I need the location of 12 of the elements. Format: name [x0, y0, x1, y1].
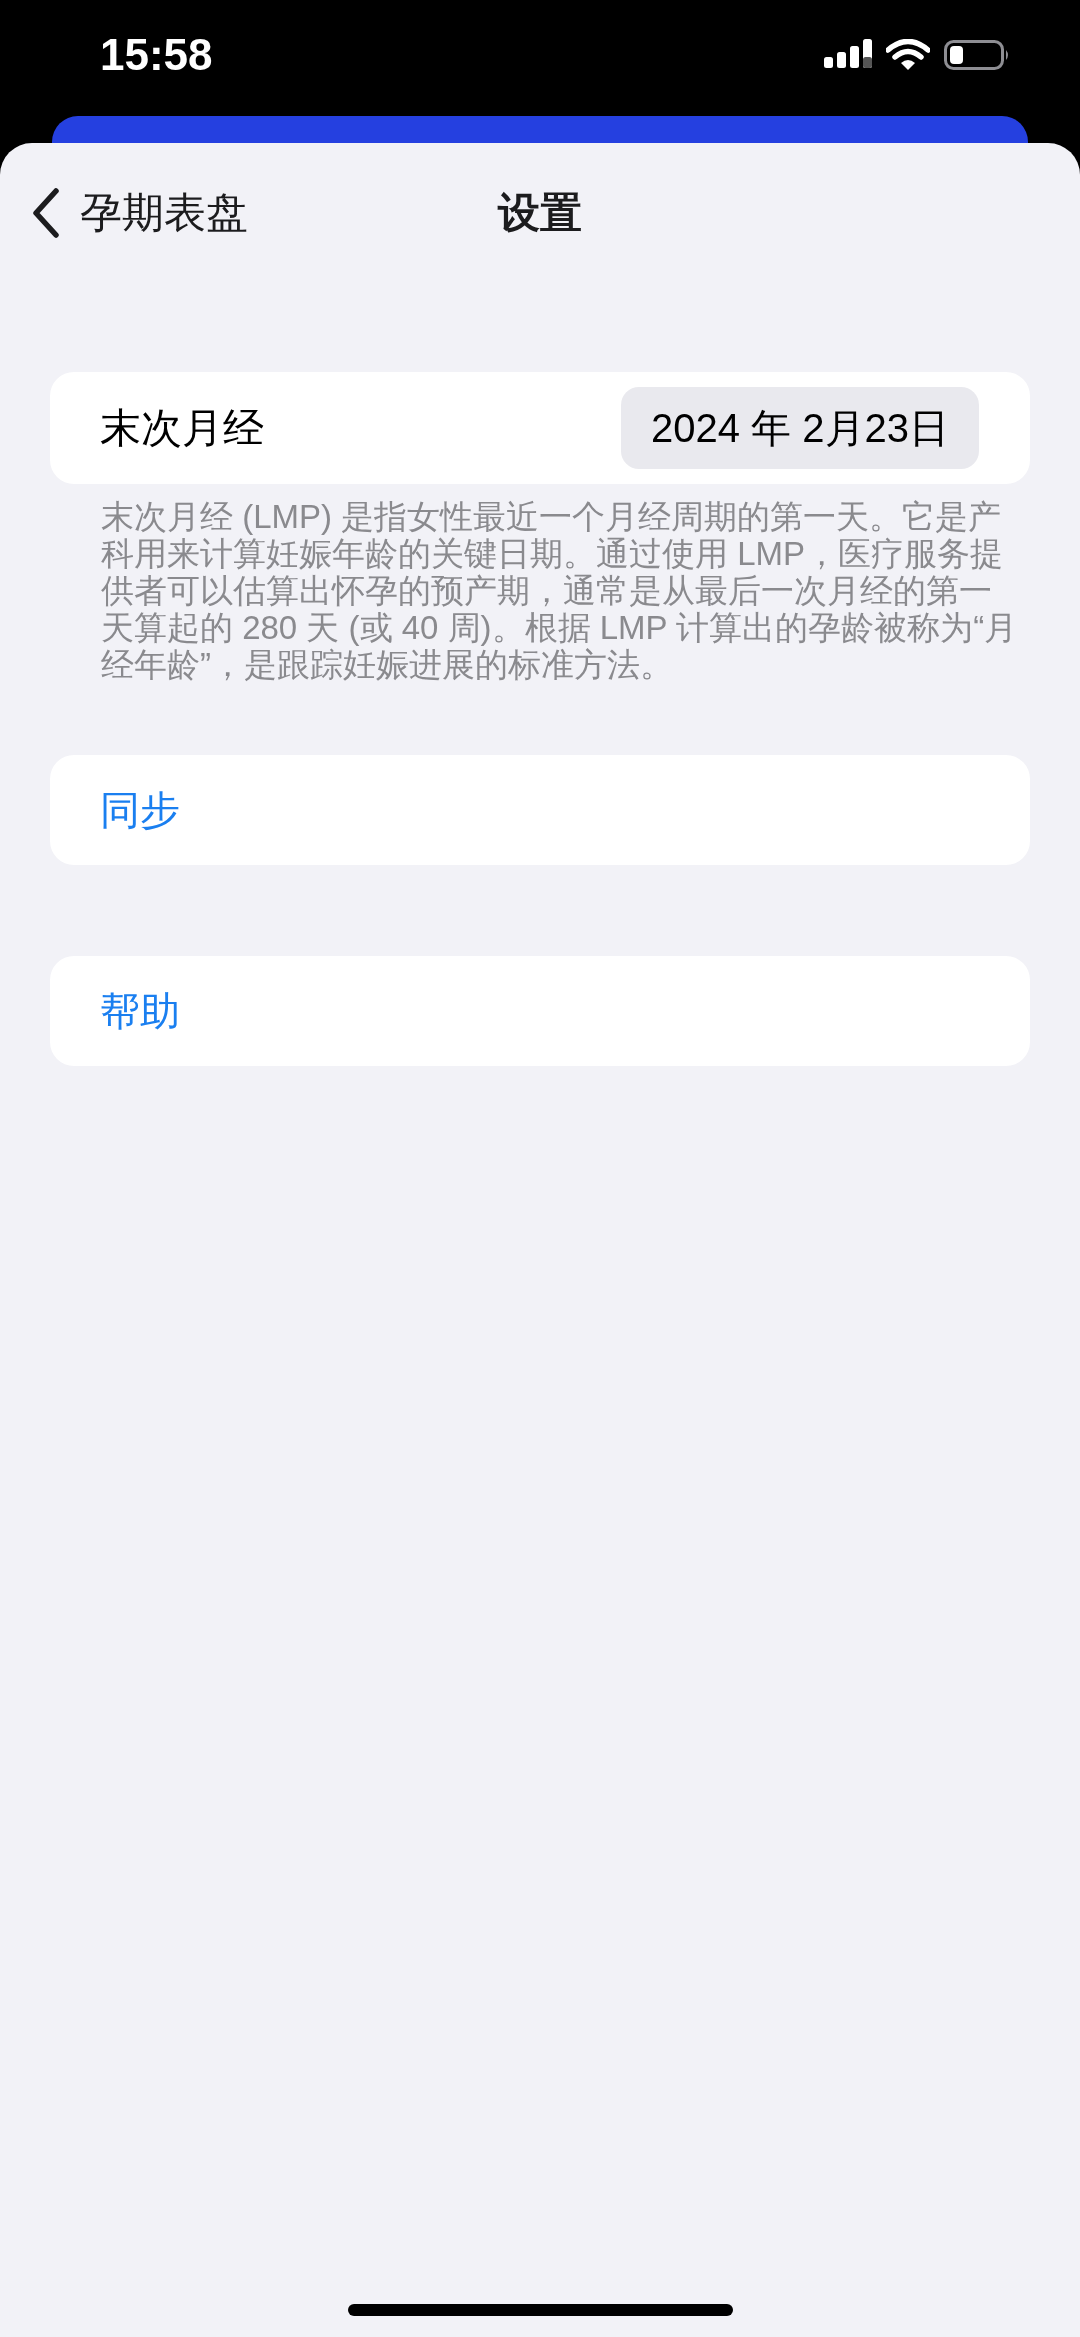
date-picker-button[interactable]: 2024 年 2月23日 [621, 387, 979, 469]
lmp-description: 末次月经 (LMP) 是指女性最近一个月经周期的第一天。它是产科用来计算妊娠年龄的关键日期。通过使用 LMP，医疗服务提供者可以估算出怀孕的预产期，通常是从最后一次月经的第一天算起的 280 天 (或 40 周)。根据 LMP 计算出的孕龄被称为“月经年龄”，是跟踪妊娠进展的标准方法。 [101, 498, 1019, 683]
settings-action-row[interactable]: 同步 [50, 755, 1030, 865]
status-time: 15:58 [100, 30, 213, 80]
wifi-icon [886, 39, 930, 71]
settings-action-row[interactable]: 帮助 [50, 956, 1030, 1066]
chevron-left-icon [32, 188, 60, 238]
signal-icon [824, 39, 872, 71]
lmp-label: 末次月经 [100, 403, 264, 453]
battery-icon [944, 40, 1010, 70]
back-button[interactable]: 孕期表盘 [32, 185, 248, 241]
page-title: 设置 [498, 188, 582, 238]
